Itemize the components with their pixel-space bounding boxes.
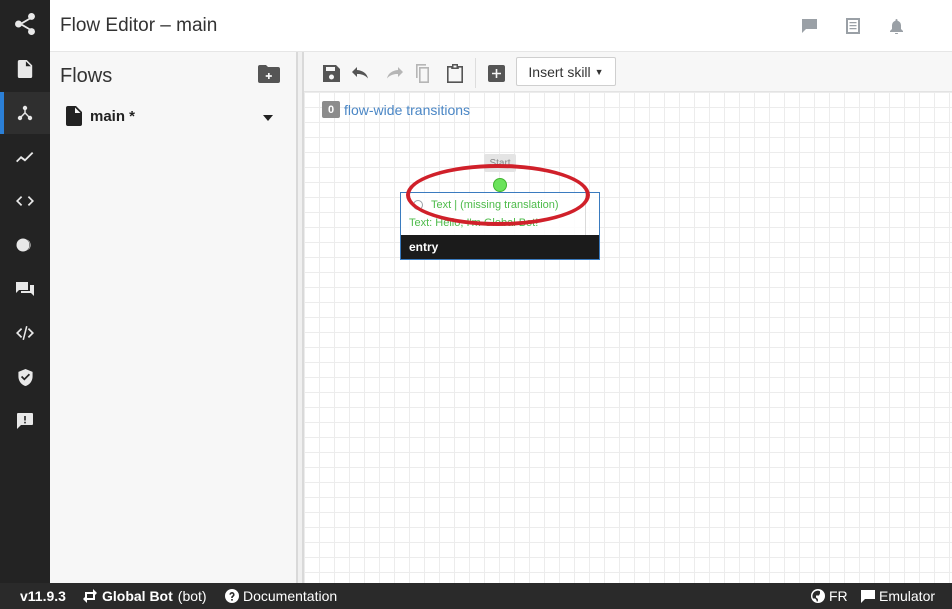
bell-icon[interactable] (887, 17, 905, 35)
document-icon[interactable] (844, 17, 862, 35)
analytics-icon[interactable] (0, 136, 50, 178)
editor-toolbar: Insert skill ▼ (304, 52, 952, 92)
emulator-button[interactable]: Emulator (861, 588, 935, 604)
flow-editor: Insert skill ▼ 0 flow-wide transitions S… (304, 52, 952, 583)
toggle-icon[interactable] (0, 224, 50, 266)
logo-icon[interactable] (0, 0, 50, 48)
flows-panel: Flows main * (50, 52, 296, 583)
highlight-ellipse (406, 164, 590, 226)
panel-splitter[interactable] (296, 52, 304, 583)
chevron-down-icon[interactable] (260, 110, 276, 126)
language-label: FR (829, 588, 848, 604)
feedback-icon[interactable] (0, 400, 50, 442)
globe-icon (811, 589, 825, 603)
flows-heading: Flows (60, 65, 113, 87)
content-icon[interactable] (0, 48, 50, 90)
flow-wide-transitions-link[interactable]: flow-wide transitions (344, 102, 470, 118)
emulator-label: Emulator (879, 588, 936, 604)
language-switcher[interactable]: FR (811, 588, 848, 604)
insert-skill-label: Insert skill (528, 63, 591, 80)
transition-count-badge: 0 (322, 101, 340, 118)
flow-wide-transitions[interactable]: 0 flow-wide transitions (322, 101, 470, 118)
undo-icon[interactable] (351, 62, 373, 84)
copy-icon[interactable] (413, 62, 435, 84)
chat-icon[interactable] (800, 17, 818, 35)
nlu-icon[interactable] (0, 312, 50, 354)
page-title: Flow Editor – main (60, 15, 218, 36)
insert-skill-dropdown[interactable]: Insert skill ▼ (516, 57, 616, 86)
bot-name: Global Bot (102, 588, 173, 604)
chat-icon (861, 589, 875, 603)
nav-rail (0, 0, 50, 583)
shield-icon[interactable] (0, 356, 50, 398)
document-icon (66, 106, 82, 126)
redo-icon[interactable] (382, 62, 404, 84)
caret-down-icon: ▼ (594, 66, 604, 77)
save-icon[interactable] (320, 62, 342, 84)
repeat-icon (83, 589, 97, 603)
add-flow-button[interactable] (258, 65, 280, 85)
help-icon (225, 589, 239, 603)
bot-suffix: (bot) (177, 588, 207, 604)
bot-switcher[interactable]: Global Bot (bot) (82, 588, 207, 604)
status-bar: v11.9.3 Global Bot (bot) Documentation F… (0, 583, 952, 609)
documentation-label: Documentation (243, 588, 338, 604)
toolbar-divider (475, 58, 476, 88)
top-header: Flow Editor – main (50, 0, 952, 52)
flow-canvas[interactable]: 0 flow-wide transitions Start Text | (mi… (304, 92, 952, 583)
flow-item-label: main * (90, 107, 136, 125)
flows-icon[interactable] (0, 92, 50, 134)
qna-icon[interactable] (0, 268, 50, 310)
paste-icon[interactable] (444, 62, 466, 84)
add-node-icon[interactable] (485, 62, 507, 84)
documentation-link[interactable]: Documentation (225, 588, 337, 604)
code-icon[interactable] (0, 180, 50, 222)
version-label: v11.9.3 (20, 588, 66, 604)
flow-item-main[interactable]: main * (66, 106, 135, 126)
node-name: entry (401, 235, 599, 259)
